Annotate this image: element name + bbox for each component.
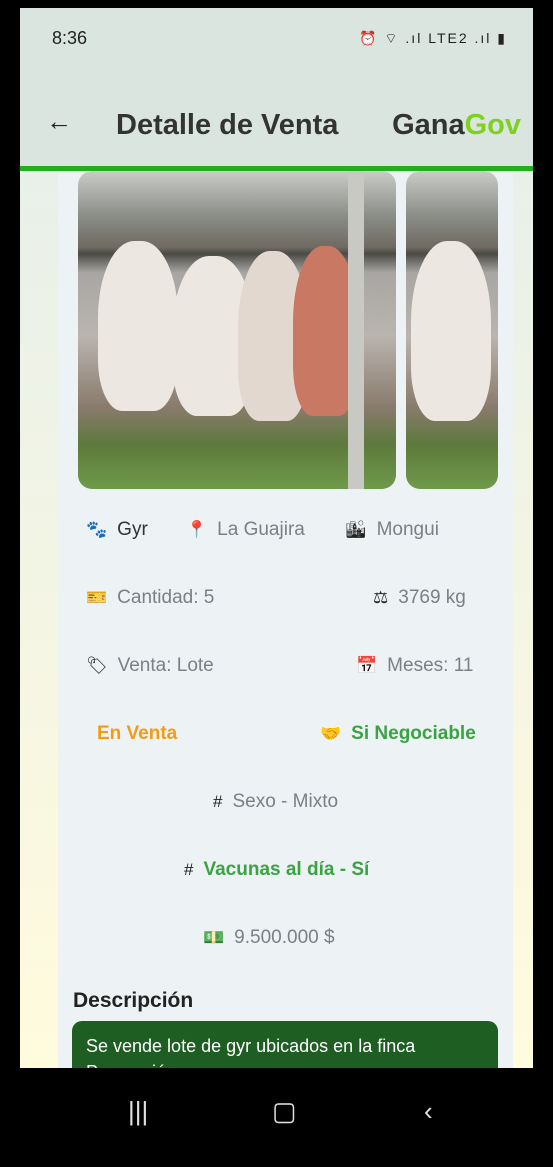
back-arrow-icon[interactable]: ← bbox=[46, 106, 72, 137]
home-icon[interactable]: ▢ bbox=[272, 1096, 297, 1127]
weight-item: ⚖ 3769 kg bbox=[373, 587, 466, 609]
price-item: 💵 9.500.000 $ bbox=[203, 927, 335, 949]
brand-part-1: Gana bbox=[392, 109, 465, 141]
page-title: Detalle de Venta bbox=[116, 109, 339, 141]
months-text: Meses: 11 bbox=[387, 655, 474, 676]
breed-item: 🐾 Gyr bbox=[86, 519, 148, 541]
vaccines-text: Vacunas al día - Sí bbox=[203, 859, 370, 880]
sale-type-item: 🏷 Venta: Lote bbox=[86, 655, 214, 677]
quantity-item: 🎫 Cantidad: 5 bbox=[86, 587, 214, 609]
hash-icon: # bbox=[213, 792, 223, 811]
brand-logo: GanaGov bbox=[392, 109, 521, 142]
brand-part-2: Gov bbox=[464, 109, 521, 141]
sale-card: 🐾 Gyr 📍 La Guajira 🏙 Mongui 🎫 Cantidad: … bbox=[58, 171, 513, 1097]
breed-text: Gyr bbox=[117, 519, 148, 540]
hash-icon: # bbox=[184, 860, 194, 879]
weight-text: 3769 kg bbox=[398, 587, 466, 608]
tag-icon: 🏷 bbox=[86, 656, 108, 675]
city-item: 🏙 Mongui bbox=[345, 519, 439, 541]
status-time: 8:36 bbox=[52, 28, 88, 48]
location-item: 📍 La Guajira bbox=[186, 519, 305, 541]
city-icon: 🏙 bbox=[345, 520, 367, 539]
quantity-text: Cantidad: 5 bbox=[117, 587, 215, 608]
location-pin-icon: 📍 bbox=[186, 520, 208, 539]
negotiable-item: 🤝 Si Negociable bbox=[320, 723, 476, 745]
sale-type-text: Venta: Lote bbox=[117, 655, 214, 676]
description-title: Descripción bbox=[73, 989, 194, 1012]
price-text: 9.500.000 $ bbox=[234, 927, 335, 948]
sex-item: # Sexo - Mixto bbox=[213, 791, 338, 813]
paw-icon: 🐾 bbox=[86, 520, 108, 539]
months-item: 📅 Meses: 11 bbox=[356, 655, 473, 677]
phone-screen: 8:36 ⏰ ⌔ .ıl LTE2 .ıl ▮ ← Detalle de Ven… bbox=[20, 8, 533, 1167]
handshake-icon: 🤝 bbox=[320, 724, 342, 743]
cattle-photo-1[interactable] bbox=[78, 171, 396, 489]
sex-text: Sexo - Mixto bbox=[232, 791, 339, 812]
ticket-icon: 🎫 bbox=[86, 588, 108, 607]
content-area: 🐾 Gyr 📍 La Guajira 🏙 Mongui 🎫 Cantidad: … bbox=[20, 171, 533, 1097]
negotiable-text: Si Negociable bbox=[351, 723, 476, 744]
vaccines-item: # Vacunas al día - Sí bbox=[184, 859, 369, 881]
city-text: Mongui bbox=[376, 519, 439, 540]
cattle-photo-2[interactable] bbox=[406, 171, 498, 489]
scale-icon: ⚖ bbox=[373, 588, 389, 607]
app-bar: ← Detalle de Venta GanaGov bbox=[20, 76, 533, 171]
status-item: En Venta bbox=[97, 723, 177, 745]
recent-apps-icon[interactable]: ||| bbox=[128, 1096, 148, 1127]
calendar-icon: 📅 bbox=[356, 656, 378, 675]
money-icon: 💵 bbox=[203, 928, 225, 947]
location-text: La Guajira bbox=[217, 519, 305, 540]
status-icons: ⏰ ⌔ .ıl LTE2 .ıl ▮ bbox=[359, 30, 507, 46]
status-bar: 8:36 ⏰ ⌔ .ıl LTE2 .ıl ▮ bbox=[20, 8, 533, 76]
status-text: En Venta bbox=[97, 723, 178, 744]
back-nav-icon[interactable]: ‹ bbox=[424, 1096, 433, 1127]
system-nav-bar: ||| ▢ ‹ bbox=[20, 1068, 533, 1167]
